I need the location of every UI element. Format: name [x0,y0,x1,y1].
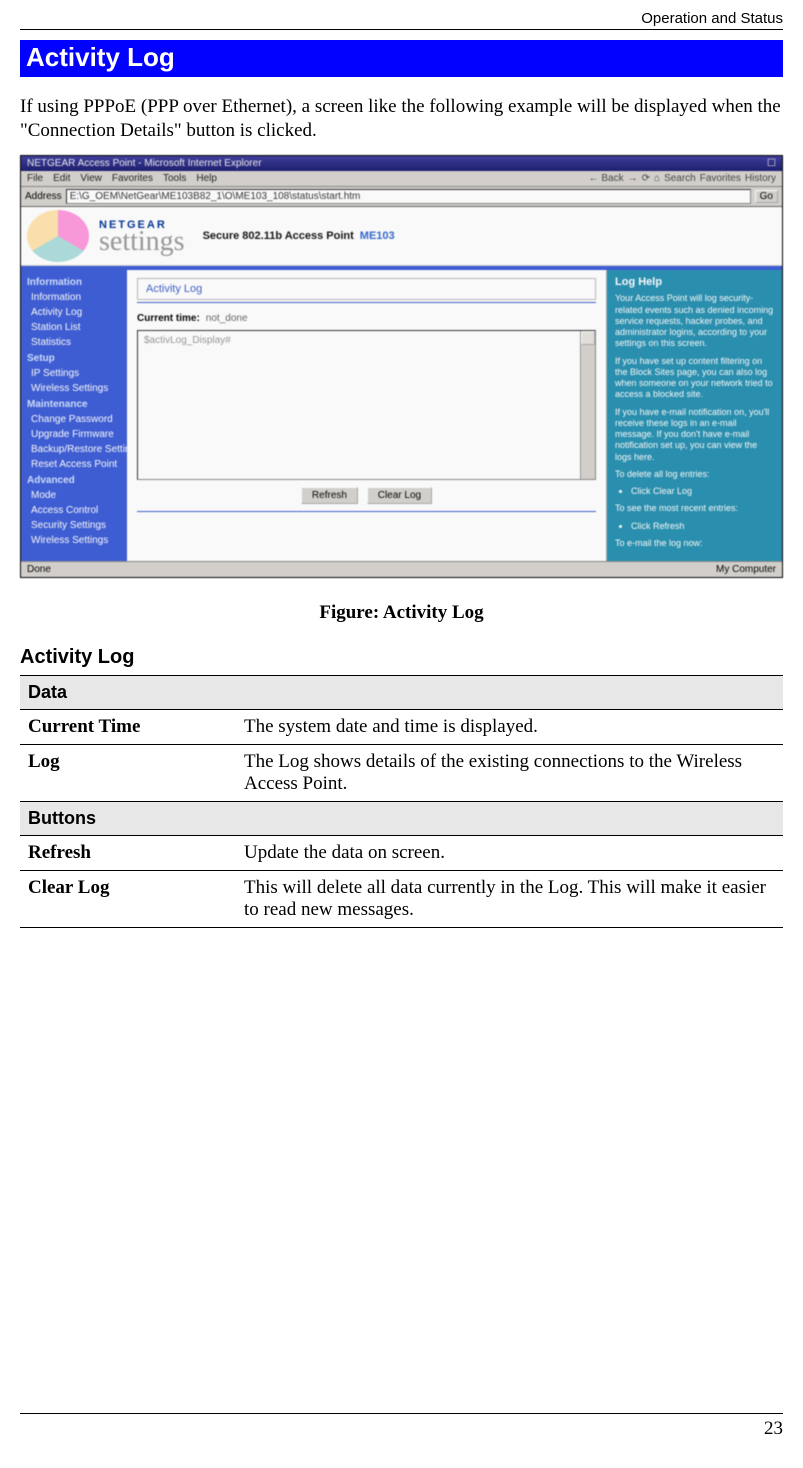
table-section-buttons: Buttons [20,802,783,836]
table-row: Current Time The system date and time is… [20,710,783,745]
center-tab-title: Activity Log [146,283,202,295]
running-header: Operation and Status [20,10,783,27]
sidebar-item-wireless-settings-adv[interactable]: Wireless Settings [21,533,127,548]
log-text: $activLog_Display# [144,335,231,346]
help-p3: If you have e-mail notification on, you'… [615,407,774,463]
brand-settings-label: settings [99,231,185,253]
sidebar-item-information[interactable]: Information [21,290,127,305]
help-p4: To delete all log entries: [615,469,774,480]
product-line: Secure 802.11b Access Point [203,230,354,242]
menu-help[interactable]: Help [196,173,217,184]
home-icon[interactable]: ⌂ [654,173,660,184]
header-rule [20,29,783,30]
browser-titlebar: NETGEAR Access Point - Microsoft Interne… [21,156,782,171]
status-right: My Computer [716,564,776,575]
sidebar-item-ip-settings[interactable]: IP Settings [21,366,127,381]
row-key-clear-log: Clear Log [20,871,236,928]
back-button[interactable]: ← Back [589,173,624,184]
row-val-current-time: The system date and time is displayed. [236,710,783,745]
sidebar-item-activity-log[interactable]: Activity Log [21,305,127,320]
sidebar-item-security-settings[interactable]: Security Settings [21,518,127,533]
help-p2: If you have set up content filtering on … [615,356,774,401]
browser-statusbar: Done My Computer [21,561,782,577]
status-left: Done [27,564,51,575]
search-button[interactable]: Search [664,173,696,184]
menu-view[interactable]: View [80,173,102,184]
figure-caption: Figure: Activity Log [20,602,783,624]
current-time-value: not_done [206,313,248,324]
center-tab: Activity Log [137,278,596,300]
row-val-refresh: Update the data on screen. [236,836,783,871]
browser-addressbar: Address E:\G_OEM\NetGear\ME103B82_1\O\ME… [21,187,782,207]
help-title: Log Help [615,276,774,290]
page-number: 23 [20,1418,783,1440]
sidebar-item-statistics[interactable]: Statistics [21,335,127,350]
menu-tools[interactable]: Tools [163,173,186,184]
sidebar-header-setup: Setup [21,350,127,366]
help-p1: Your Access Point will log security-rela… [615,293,774,349]
go-button[interactable]: Go [755,190,778,203]
sidebar-item-mode[interactable]: Mode [21,488,127,503]
address-label: Address [25,191,62,202]
browser-menubar: File Edit View Favorites Tools Help ← Ba… [21,171,782,187]
close-icon: ☐ [767,158,776,169]
activity-log-table: Data Current Time The system date and ti… [20,675,783,928]
sidebar-nav: Information Information Activity Log Sta… [21,270,127,562]
netgear-banner: NETGEAR settings Secure 802.11b Access P… [21,207,782,266]
favorites-button[interactable]: Favorites [700,173,741,184]
row-key-log: Log [20,745,236,802]
activity-log-screenshot: NETGEAR Access Point - Microsoft Interne… [20,155,783,579]
footer-rule [20,1413,783,1414]
refresh-icon[interactable]: ⟳ [642,173,650,184]
clear-log-button[interactable]: Clear Log [367,487,432,504]
help-panel: Log Help Your Access Point will log secu… [607,270,782,562]
sidebar-header-maintenance: Maintenance [21,396,127,412]
table-heading: Activity Log [20,646,783,669]
sidebar-item-change-password[interactable]: Change Password [21,412,127,427]
product-model: ME103 [360,230,395,242]
forward-button[interactable]: → [628,173,638,184]
menu-file[interactable]: File [27,173,43,184]
help-bullet-refresh: Click Refresh [631,521,774,532]
help-bullet-clear: Click Clear Log [631,486,774,497]
page-title: Activity Log [20,40,783,77]
refresh-button[interactable]: Refresh [301,487,358,504]
scrollbar[interactable] [580,331,595,479]
menu-edit[interactable]: Edit [53,173,70,184]
row-key-refresh: Refresh [20,836,236,871]
help-p6: To e-mail the log now: [615,538,774,549]
table-row: Clear Log This will delete all data curr… [20,871,783,928]
help-p5: To see the most recent entries: [615,503,774,514]
intro-paragraph: If using PPPoE (PPP over Ethernet), a sc… [20,95,783,143]
current-time-label: Current time: [137,313,200,324]
sidebar-item-backup-restore[interactable]: Backup/Restore Settings [21,442,127,457]
center-panel: Activity Log Current time: not_done $act… [127,270,607,562]
sidebar-header-advanced: Advanced [21,472,127,488]
menu-favorites[interactable]: Favorites [112,173,153,184]
log-textarea[interactable]: $activLog_Display# [137,330,596,480]
sidebar-item-reset-access-point[interactable]: Reset Access Point [21,457,127,472]
row-key-current-time: Current Time [20,710,236,745]
sidebar-item-wireless-settings[interactable]: Wireless Settings [21,381,127,396]
divider [137,302,596,303]
table-row: Log The Log shows details of the existin… [20,745,783,802]
address-input[interactable]: E:\G_OEM\NetGear\ME103B82_1\O\ME103_108\… [66,189,751,204]
sidebar-item-station-list[interactable]: Station List [21,320,127,335]
row-val-log: The Log shows details of the existing co… [236,745,783,802]
history-button[interactable]: History [745,173,776,184]
sidebar-header-information: Information [21,274,127,290]
table-section-data: Data [20,676,783,710]
table-row: Refresh Update the data on screen. [20,836,783,871]
browser-window-title: NETGEAR Access Point - Microsoft Interne… [27,158,262,169]
netgear-logo-icon [27,210,89,262]
sidebar-item-upgrade-firmware[interactable]: Upgrade Firmware [21,427,127,442]
divider-bottom [137,511,596,512]
sidebar-item-access-control[interactable]: Access Control [21,503,127,518]
row-val-clear-log: This will delete all data currently in t… [236,871,783,928]
